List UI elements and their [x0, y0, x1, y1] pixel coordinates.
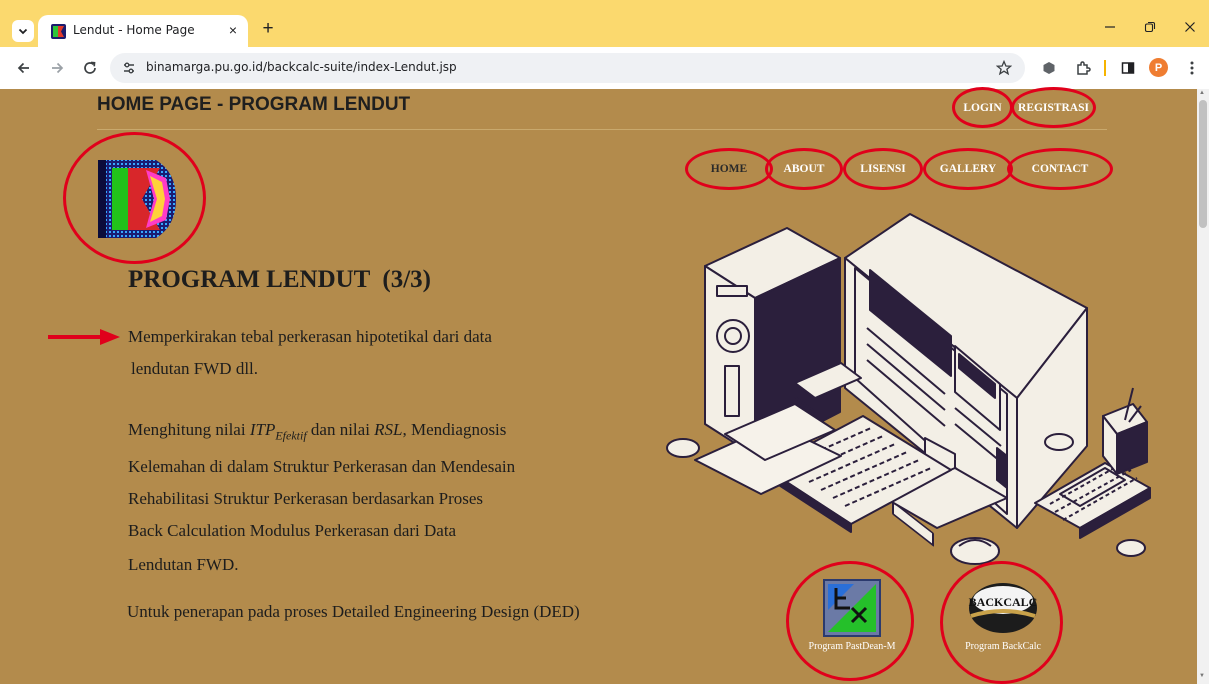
hexagon-extension-icon — [1043, 62, 1055, 74]
description-paragraph-2: Menghitung nilai ITPEfektif dan nilai RS… — [128, 414, 515, 581]
close-window-button[interactable] — [1177, 14, 1203, 40]
register-link[interactable]: REGISTRASI — [1018, 102, 1089, 114]
red-arrow-icon — [48, 329, 120, 345]
minimize-button[interactable] — [1097, 14, 1123, 40]
arrow-left-icon — [17, 62, 29, 74]
backcalc-logo-text: BACKCALC — [969, 595, 1038, 609]
profile-avatar[interactable]: P — [1149, 58, 1168, 77]
profile-initial: P — [1154, 61, 1163, 74]
tab-title: Lendut - Home Page — [73, 23, 195, 37]
scroll-up-arrow-icon[interactable]: ▲ — [1199, 90, 1205, 96]
page-title: HOME PAGE - PROGRAM LENDUT — [97, 94, 411, 115]
close-icon — [1185, 22, 1195, 32]
nav-home[interactable]: HOME — [711, 163, 747, 175]
extension-button[interactable] — [1037, 56, 1061, 80]
nav-contact[interactable]: CONTACT — [1032, 163, 1089, 175]
nav-about[interactable]: ABOUT — [784, 163, 825, 175]
itp-subscript: Efektif — [275, 428, 307, 443]
side-panel-button[interactable] — [1116, 56, 1140, 80]
tune-icon — [124, 62, 134, 74]
toolbar-divider — [1104, 60, 1106, 76]
minimize-icon — [1105, 26, 1115, 28]
nav-contact-highlight: CONTACT — [1007, 148, 1113, 190]
description-paragraph-1: Memperkirakan tebal perkerasan hipotetik… — [128, 321, 492, 385]
main-heading: PROGRAM LENDUT (3/3) — [128, 266, 432, 293]
nav-about-highlight: ABOUT — [765, 148, 843, 190]
register-link-highlight: REGISTRASI — [1011, 87, 1096, 128]
paragraph-line: Menghitung nilai ITPEfektif dan nilai RS… — [128, 414, 515, 451]
site-info-button[interactable] — [120, 59, 138, 77]
arrow-right-icon — [52, 62, 64, 74]
program-backcalc-caption[interactable]: Program BackCalc — [965, 641, 1041, 652]
paragraph-line: Rehabilitasi Struktur Perkerasan berdasa… — [128, 489, 484, 509]
reload-icon — [84, 61, 96, 74]
star-icon — [996, 60, 1012, 76]
program-pastdean-tile[interactable]: Program PastDean-M — [809, 578, 896, 660]
program-backcalc-tile[interactable]: BACKCALC Program BackCalc — [961, 578, 1045, 660]
browser-menu-button[interactable] — [1180, 56, 1204, 80]
paragraph-line: Lendutan FWD. — [128, 555, 239, 575]
rsl-symbol: RSL — [374, 420, 403, 439]
nav-lisensi[interactable]: LISENSI — [860, 163, 905, 175]
bookmark-button[interactable] — [993, 57, 1015, 79]
puzzle-icon — [1077, 61, 1091, 75]
description-paragraph-3: Untuk penerapan pada proses Detailed Eng… — [127, 602, 580, 621]
paragraph-line: lendutan FWD dll. — [131, 359, 259, 378]
paragraph-line: Back Calculation Modulus Perkerasan dari… — [128, 521, 457, 541]
login-link-highlight: LOGIN — [952, 87, 1013, 128]
text-run: , Mendiagnosis — [402, 420, 507, 439]
text-run: Menghitung nilai — [128, 420, 250, 439]
lendut-favicon-icon — [51, 24, 66, 39]
program-pastdean-caption[interactable]: Program PastDean-M — [809, 641, 896, 652]
backcalc-logo: BACKCALC — [969, 583, 1038, 633]
nav-gallery-highlight: GALLERY — [923, 148, 1013, 190]
kebab-menu-icon — [1190, 61, 1194, 75]
header-divider — [97, 129, 1107, 130]
side-panel-icon — [1121, 62, 1135, 74]
paragraph-line: Kelemahan di dalam Struktur Perkerasan d… — [128, 457, 516, 477]
plus-icon: + — [262, 18, 274, 39]
pastdean-logo — [823, 579, 881, 637]
browser-tab[interactable]: Lendut - Home Page × — [38, 15, 248, 47]
nav-home-highlight: HOME — [685, 148, 773, 190]
reload-button[interactable] — [78, 56, 102, 80]
new-tab-button[interactable]: + — [258, 18, 278, 39]
tab-close-button[interactable]: × — [223, 20, 243, 40]
lendut-logo — [98, 160, 176, 238]
forward-button[interactable] — [45, 56, 69, 80]
text-run: dan nilai — [306, 420, 375, 439]
page-scrollbar[interactable]: ▲ ▼ — [1197, 89, 1209, 684]
scrollbar-thumb[interactable] — [1199, 100, 1207, 228]
close-icon: × — [228, 22, 238, 38]
extensions-menu-button[interactable] — [1071, 56, 1095, 80]
paragraph-line: Memperkirakan tebal perkerasan hipotetik… — [128, 327, 492, 346]
restore-icon — [1144, 21, 1156, 33]
login-link[interactable]: LOGIN — [963, 102, 1001, 114]
scroll-down-arrow-icon[interactable]: ▼ — [1199, 673, 1205, 679]
address-bar[interactable]: binamarga.pu.go.id/backcalc-suite/index-… — [110, 53, 1025, 83]
computer-illustration — [666, 213, 1151, 565]
chevron-down-icon — [18, 28, 28, 35]
nav-gallery[interactable]: GALLERY — [940, 163, 996, 175]
itp-symbol: ITP — [249, 420, 276, 439]
url-text[interactable]: binamarga.pu.go.id/backcalc-suite/index-… — [146, 60, 457, 74]
nav-lisensi-highlight: LISENSI — [843, 148, 923, 190]
back-button[interactable] — [12, 56, 36, 80]
tab-search-button[interactable] — [12, 20, 34, 42]
restore-button[interactable] — [1137, 14, 1163, 40]
